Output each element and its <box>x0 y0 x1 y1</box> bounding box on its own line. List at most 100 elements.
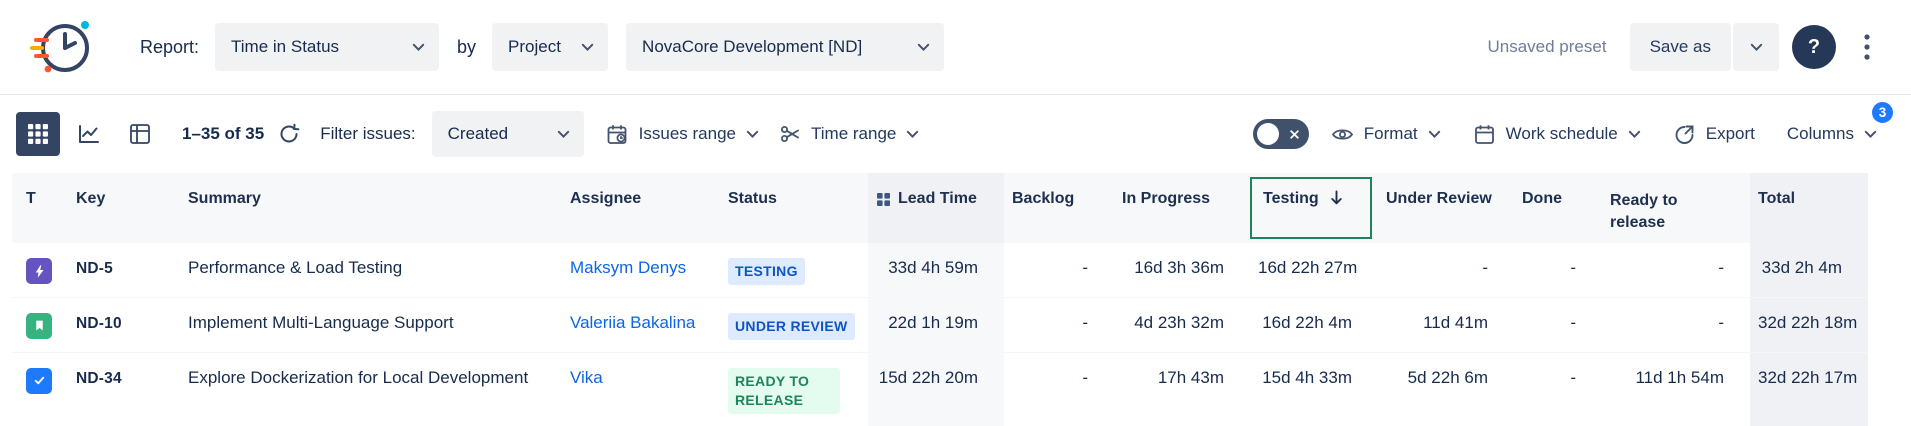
issues-range-label: Issues range <box>639 124 736 144</box>
pivot-view-button[interactable] <box>118 112 162 156</box>
issue-summary: Performance & Load Testing <box>188 258 402 277</box>
status-badge: TESTING <box>728 258 805 285</box>
done-cell: - <box>1514 352 1602 425</box>
more-menu-button[interactable] <box>1849 25 1885 69</box>
filter-issues-label: Filter issues: <box>320 124 415 144</box>
filter-value: Created <box>448 124 508 144</box>
chart-view-button[interactable] <box>67 112 111 156</box>
in-progress-cell: 4d 23h 32m <box>1114 297 1250 352</box>
column-header-ready-to-release[interactable]: Ready to release <box>1602 173 1750 243</box>
chevron-down-icon <box>917 43 930 52</box>
table-row: ND-5 Performance & Load Testing Maksym D… <box>12 243 1868 297</box>
format-button[interactable]: Format <box>1321 111 1451 157</box>
column-header-testing[interactable]: Testing <box>1250 173 1378 243</box>
filter-select[interactable]: Created <box>432 111 584 157</box>
chevron-down-icon <box>1428 130 1441 139</box>
column-header-type[interactable]: T <box>12 173 68 243</box>
assignee-link[interactable]: Valeriia Bakalina <box>570 313 695 332</box>
export-button[interactable]: Export <box>1663 111 1765 157</box>
save-as-button[interactable]: Save as <box>1630 23 1731 71</box>
table-grid-icon <box>28 124 48 144</box>
column-header-summary[interactable]: Summary <box>180 173 562 243</box>
bolt-issue-type-icon <box>26 258 52 284</box>
chevron-down-icon <box>1750 43 1763 52</box>
result-count: 1–35 of 35 <box>182 124 264 144</box>
issue-summary: Explore Dockerization for Local Developm… <box>188 368 528 387</box>
total-cell: 32d 22h 18m <box>1750 297 1868 352</box>
testing-cell: 15d 4h 33m <box>1250 352 1378 425</box>
issue-key: ND-10 <box>76 315 122 332</box>
scope-value: Project <box>508 37 561 57</box>
calendar-clock-icon <box>606 123 629 146</box>
time-range-button[interactable]: Time range <box>769 111 929 157</box>
by-label: by <box>457 37 476 58</box>
project-select[interactable]: NovaCore Development [ND] <box>626 23 944 71</box>
chevron-down-icon <box>906 130 919 139</box>
app-logo-icon <box>28 12 98 82</box>
ready-to-release-cell: - <box>1602 297 1750 352</box>
under-review-cell: - <box>1378 243 1514 297</box>
backlog-cell: - <box>1004 243 1114 297</box>
under-review-cell: 11d 41m <box>1378 297 1514 352</box>
assignee-link[interactable]: Maksym Denys <box>570 258 686 277</box>
refresh-button[interactable] <box>270 115 308 153</box>
chevron-down-icon <box>1628 130 1641 139</box>
testing-cell: 16d 22h 4m <box>1250 297 1378 352</box>
chevron-down-icon <box>746 130 759 139</box>
lead-time-cell: 15d 22h 20m <box>868 352 1004 425</box>
help-button[interactable]: ? <box>1792 25 1836 69</box>
issue-summary: Implement Multi-Language Support <box>188 313 454 332</box>
columns-count-badge: 3 <box>1870 100 1895 125</box>
chevron-down-icon <box>412 43 425 52</box>
table-view-button[interactable] <box>16 112 60 156</box>
chevron-down-icon <box>557 130 570 139</box>
columns-label: Columns <box>1787 124 1854 144</box>
table-header: T Key Summary Assignee Status Lead Time … <box>12 173 1868 243</box>
report-type-select[interactable]: Time in Status <box>215 23 439 71</box>
column-header-status[interactable]: Status <box>720 173 868 243</box>
column-header-under-review[interactable]: Under Review <box>1378 173 1514 243</box>
in-progress-cell: 17h 43m <box>1114 352 1250 425</box>
report-label: Report: <box>140 37 199 58</box>
pivot-grid-icon <box>128 122 152 146</box>
task-issue-type-icon <box>26 368 52 394</box>
done-cell: - <box>1514 297 1602 352</box>
vertical-ellipsis-icon <box>1864 34 1870 60</box>
time-in-status-table: T Key Summary Assignee Status Lead Time … <box>12 173 1868 426</box>
issue-key: ND-34 <box>76 370 122 387</box>
table-row: ND-10 Implement Multi-Language Support V… <box>12 297 1868 352</box>
table-row: ND-34 Explore Dockerization for Local De… <box>12 352 1868 425</box>
column-header-assignee[interactable]: Assignee <box>562 173 720 243</box>
issue-key: ND-5 <box>76 260 113 277</box>
toolbar-right-actions: Format Work schedule Export Columns 3 <box>1253 111 1887 157</box>
report-toolbar: 1–35 of 35 Filter issues: Created Issues… <box>0 95 1911 173</box>
toggle-knob <box>1257 123 1279 145</box>
time-range-label: Time range <box>811 124 896 144</box>
column-header-lead-time[interactable]: Lead Time <box>868 173 1004 243</box>
format-label: Format <box>1364 124 1418 144</box>
header-actions: Unsaved preset Save as ? <box>1487 23 1885 71</box>
report-type-value: Time in Status <box>231 37 339 57</box>
done-cell: - <box>1514 243 1602 297</box>
column-header-backlog[interactable]: Backlog <box>1004 173 1114 243</box>
scissors-icon <box>779 123 801 145</box>
calendar-icon <box>1473 123 1496 146</box>
work-schedule-button[interactable]: Work schedule <box>1463 111 1651 157</box>
column-header-in-progress[interactable]: In Progress <box>1114 173 1250 243</box>
project-value: NovaCore Development [ND] <box>642 37 862 57</box>
column-header-total[interactable]: Total <box>1750 173 1868 243</box>
ready-to-release-cell: 11d 1h 54m <box>1602 352 1750 425</box>
in-progress-cell: 16d 3h 36m <box>1114 243 1250 297</box>
table-body: ND-5 Performance & Load Testing Maksym D… <box>12 243 1868 426</box>
testing-cell: 16d 22h 27m <box>1250 243 1378 297</box>
refresh-icon <box>278 123 300 145</box>
toggle-switch[interactable] <box>1253 119 1309 149</box>
scope-select[interactable]: Project <box>492 23 608 71</box>
sorted-column-highlight <box>1250 177 1372 239</box>
column-header-done[interactable]: Done <box>1514 173 1602 243</box>
save-as-dropdown-button[interactable] <box>1733 23 1779 71</box>
column-header-key[interactable]: Key <box>68 173 180 243</box>
issues-range-button[interactable]: Issues range <box>596 111 769 157</box>
lead-time-cell: 33d 4h 59m <box>868 243 1004 297</box>
assignee-link[interactable]: Vika <box>570 368 603 387</box>
